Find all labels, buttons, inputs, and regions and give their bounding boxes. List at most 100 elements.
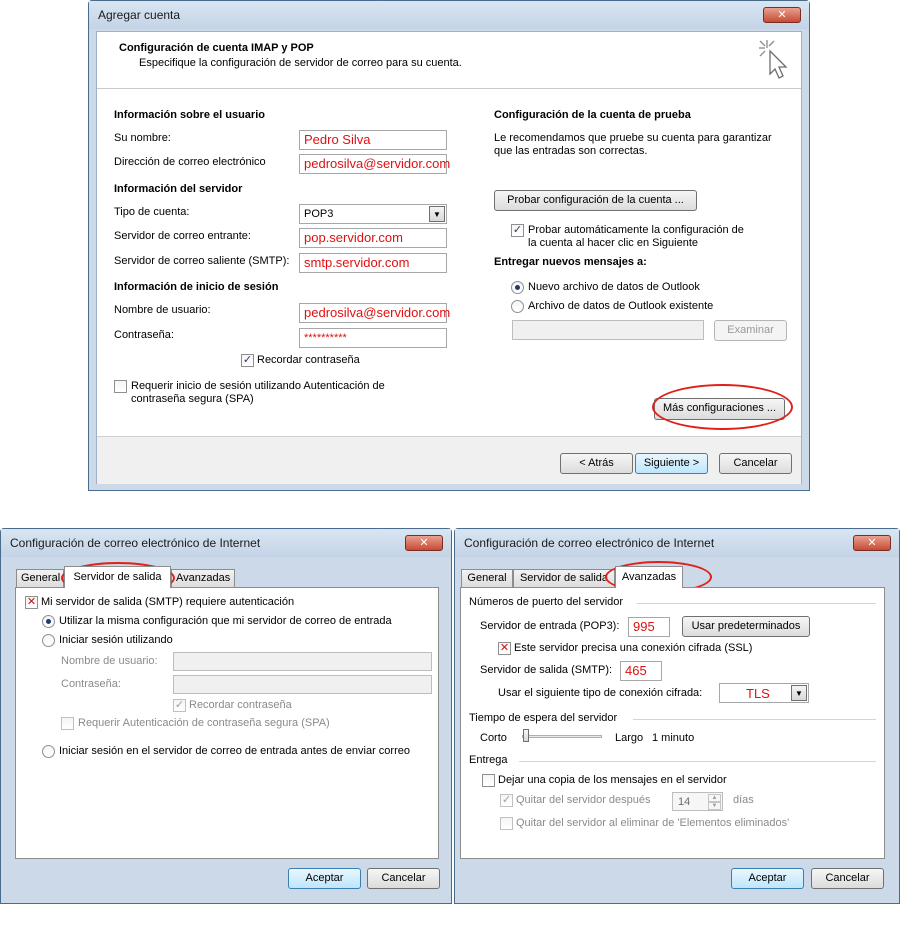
outgoing-server-input[interactable]: smtp.servidor.com: [299, 253, 447, 273]
tab-advanced[interactable]: Avanzadas: [171, 569, 235, 587]
existing-data-file-label: Archivo de datos de Outlook existente: [528, 300, 714, 312]
remember-password-checkbox[interactable]: ✓: [241, 354, 254, 367]
server-info-heading: Información del servidor: [114, 183, 243, 195]
test-description-line2: que las entradas son correctas.: [494, 145, 648, 157]
delivery-heading: Entrega: [469, 754, 508, 766]
timeout-value: 1 minuto: [652, 732, 695, 744]
name-label: Su nombre:: [114, 132, 171, 144]
chevron-down-icon: ▼: [429, 206, 445, 222]
close-button[interactable]: ✕: [763, 7, 801, 23]
spa-label-line1: Requerir inicio de sesión utilizando Aut…: [131, 380, 385, 392]
logon-info-heading: Información de inicio de sesión: [114, 281, 279, 293]
incoming-port-input[interactable]: 995: [628, 617, 670, 637]
close-button[interactable]: ✕: [405, 535, 443, 551]
spa-checkbox[interactable]: [61, 717, 74, 730]
encryption-select[interactable]: TLS ▼: [719, 683, 809, 703]
advanced-settings-window: Configuración de correo electrónico de I…: [454, 528, 900, 904]
name-input[interactable]: Pedro Silva: [299, 130, 447, 150]
leave-copy-checkbox[interactable]: [482, 774, 495, 787]
cancel-button[interactable]: Cancelar: [719, 453, 792, 474]
auto-test-label-line2: la cuenta al hacer clic en Siguiente: [528, 237, 698, 249]
test-settings-heading: Configuración de la cuenta de prueba: [494, 109, 691, 121]
remove-deleted-label: Quitar del servidor al eliminar de 'Elem…: [516, 817, 790, 829]
logon-before-radio[interactable]: [42, 745, 55, 758]
remember-password-checkbox[interactable]: ✓: [173, 699, 186, 712]
ok-button[interactable]: Aceptar: [288, 868, 361, 889]
tab-panel: Números de puerto del servidor Servidor …: [460, 587, 885, 859]
timeout-slider[interactable]: [522, 728, 602, 744]
title-bar: Configuración de correo electrónico de I…: [1, 529, 451, 557]
timeout-divider: [633, 719, 876, 720]
ssl-label: Este servidor precisa una conexión cifra…: [514, 642, 753, 654]
remove-after-checkbox[interactable]: ✓: [500, 794, 513, 807]
username-label: Nombre de usuario:: [61, 655, 158, 667]
ssl-checkbox[interactable]: ✕: [498, 642, 511, 655]
cursor-sparkle-icon: [759, 40, 788, 79]
ports-heading: Números de puerto del servidor: [469, 596, 624, 608]
auto-test-label-line1: Probar automáticamente la configuración …: [528, 224, 744, 236]
auto-test-checkbox[interactable]: ✓: [511, 224, 524, 237]
slider-track: [522, 735, 602, 738]
same-settings-radio[interactable]: [42, 615, 55, 628]
next-button[interactable]: Siguiente >: [635, 453, 708, 474]
spinner-up-icon[interactable]: ▲: [708, 794, 721, 802]
account-type-select[interactable]: POP3 ▼: [299, 204, 447, 224]
add-account-window: Agregar cuenta ✕ Configuración de cuenta…: [88, 0, 810, 491]
cancel-button[interactable]: Cancelar: [811, 868, 884, 889]
browse-button[interactable]: Examinar: [714, 320, 787, 341]
ok-button[interactable]: Aceptar: [731, 868, 804, 889]
ports-divider: [637, 603, 876, 604]
spa-checkbox[interactable]: [114, 380, 127, 393]
outgoing-port-input[interactable]: 465: [620, 661, 662, 681]
tab-general[interactable]: General: [16, 569, 64, 587]
cancel-button[interactable]: Cancelar: [367, 868, 440, 889]
back-button[interactable]: < Atrás: [560, 453, 633, 474]
incoming-port-label: Servidor de entrada (POP3):: [480, 620, 620, 632]
tab-outgoing-server[interactable]: Servidor de salida: [513, 569, 615, 587]
remember-password-label: Recordar contraseña: [189, 699, 292, 711]
data-file-path-input[interactable]: [512, 320, 704, 340]
same-settings-label: Utilizar la misma configuración que mi s…: [59, 615, 392, 627]
username-input[interactable]: [173, 652, 432, 671]
password-input[interactable]: **********: [299, 328, 447, 348]
new-data-file-label: Nuevo archivo de datos de Outlook: [528, 281, 700, 293]
use-defaults-button[interactable]: Usar predeterminados: [682, 616, 810, 637]
window-title: Configuración de correo electrónico de I…: [464, 536, 715, 550]
slider-thumb[interactable]: [523, 729, 529, 742]
title-bar: Configuración de correo electrónico de I…: [455, 529, 899, 557]
tab-panel: ✕ Mi servidor de salida (SMTP) requiere …: [15, 587, 439, 859]
remove-deleted-checkbox[interactable]: [500, 817, 513, 830]
spa-label-line2: contraseña segura (SPA): [131, 393, 254, 405]
incoming-server-input[interactable]: pop.servidor.com: [299, 228, 447, 248]
tab-advanced[interactable]: Avanzadas: [615, 566, 683, 588]
password-input[interactable]: [173, 675, 432, 694]
highlight-more-settings: [652, 384, 793, 430]
remove-days-value: 14: [678, 796, 691, 808]
tab-outgoing-server[interactable]: Servidor de salida: [64, 566, 171, 588]
logon-using-label: Iniciar sesión utilizando: [59, 634, 173, 646]
header-title: Configuración de cuenta IMAP y POP: [119, 42, 314, 54]
password-label: Contraseña:: [61, 678, 121, 690]
tab-general[interactable]: General: [461, 569, 513, 587]
encryption-value: TLS: [746, 686, 770, 701]
days-label: días: [733, 794, 754, 806]
remove-days-spinner[interactable]: 14 ▲ ▼: [672, 792, 723, 811]
outgoing-server-window: Configuración de correo electrónico de I…: [0, 528, 452, 904]
existing-data-file-radio[interactable]: [511, 300, 524, 313]
username-input[interactable]: pedrosilva@servidor.com: [299, 303, 450, 323]
test-account-button[interactable]: Probar configuración de la cuenta ...: [494, 190, 697, 211]
delivery-divider: [519, 761, 876, 762]
tab-strip: General Servidor de salida Avanzadas: [15, 566, 445, 589]
close-button[interactable]: ✕: [853, 535, 891, 551]
email-input[interactable]: pedrosilva@servidor.com: [299, 154, 450, 174]
smtp-auth-checkbox[interactable]: ✕: [25, 596, 38, 609]
username-label: Nombre de usuario:: [114, 304, 211, 316]
new-data-file-radio[interactable]: [511, 281, 524, 294]
user-info-heading: Información sobre el usuario: [114, 109, 265, 121]
incoming-server-label: Servidor de correo entrante:: [114, 230, 251, 242]
account-type-label: Tipo de cuenta:: [114, 206, 190, 218]
leave-copy-label: Dejar una copia de los mensajes en el se…: [498, 774, 727, 786]
test-description-line1: Le recomendamos que pruebe su cuenta par…: [494, 132, 772, 144]
spinner-down-icon[interactable]: ▼: [708, 802, 721, 810]
logon-using-radio[interactable]: [42, 634, 55, 647]
